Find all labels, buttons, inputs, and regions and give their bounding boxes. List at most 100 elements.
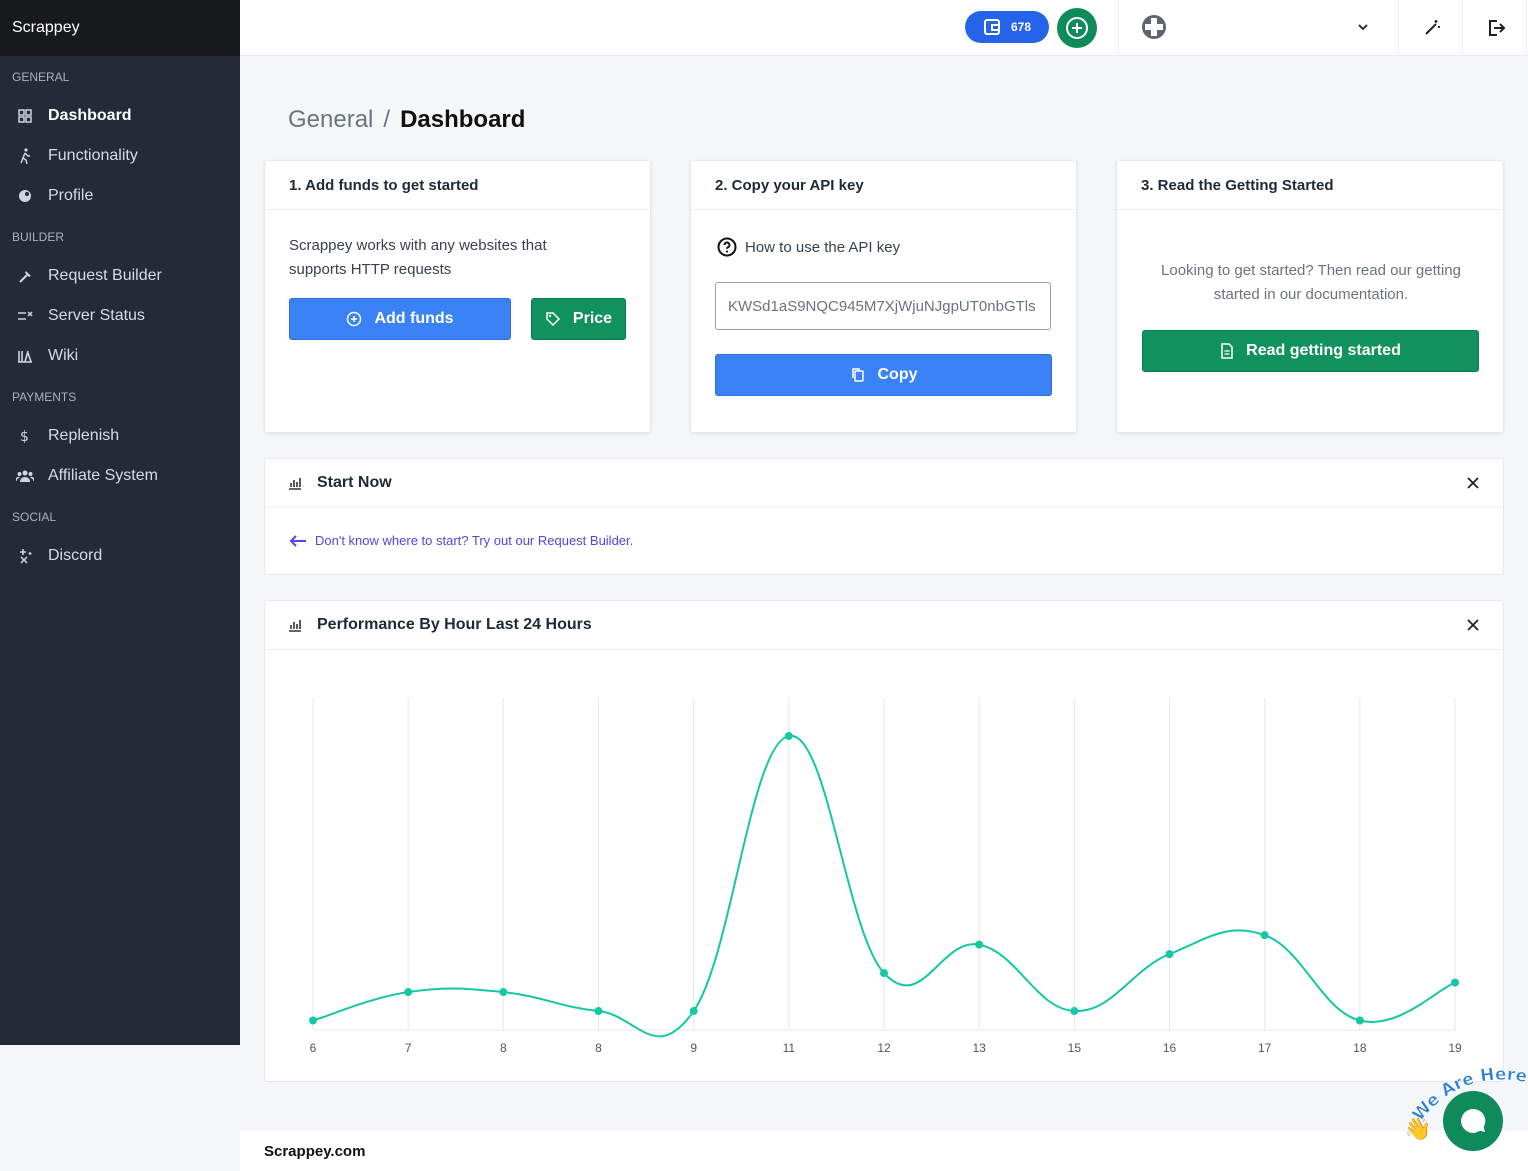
close-icon[interactable] — [1465, 475, 1481, 491]
read-getting-started-button[interactable]: Read getting started — [1142, 330, 1479, 372]
getting-started-card: 3. Read the Getting Started Looking to g… — [1116, 160, 1504, 433]
sidebar-item-request-builder[interactable]: Request Builder — [0, 256, 240, 296]
api-key-field[interactable] — [715, 282, 1051, 330]
card-description: Looking to get started? Then read our ge… — [1161, 262, 1461, 303]
wallet-balance: 678 — [1010, 20, 1032, 34]
sparkles-icon — [16, 547, 34, 565]
chart-point — [499, 988, 508, 997]
panel-header: Start Now — [265, 459, 1503, 508]
sidebar-item-label: Wiki — [48, 347, 79, 364]
card-body: Scrappey works with any websites that su… — [265, 210, 650, 306]
breadcrumb-parent[interactable]: General — [288, 106, 373, 133]
chart-x-tick-label: 7 — [405, 1041, 412, 1055]
chart-point — [404, 988, 413, 997]
chart-x-tick-label: 8 — [595, 1041, 602, 1055]
chart-point — [689, 1007, 698, 1016]
topbar-divider — [1118, 0, 1119, 56]
sidebar-item-label: Affiliate System — [48, 467, 158, 484]
add-funds-circle-button[interactable] — [1057, 8, 1097, 48]
avatar-icon[interactable] — [1142, 15, 1166, 39]
breadcrumb-separator: / — [383, 106, 391, 133]
sidebar-section-heading: SOCIAL — [12, 510, 57, 524]
chart-x-tick-label: 8 — [500, 1041, 507, 1055]
chart-x-tick-label: 15 — [1068, 1041, 1082, 1055]
sidebar-section-heading: PAYMENTS — [12, 390, 77, 404]
api-key-card: 2. Copy your API key How to use the API … — [690, 160, 1077, 433]
books-icon — [16, 347, 34, 365]
dashboard-grid-icon — [16, 107, 34, 125]
chart-x-tick-label: 9 — [690, 1041, 697, 1055]
chat-button[interactable] — [1443, 1091, 1503, 1151]
chart-x-tick-label: 19 — [1448, 1041, 1462, 1055]
close-icon[interactable] — [1465, 617, 1481, 633]
sidebar-item-label: Profile — [48, 187, 94, 204]
logout-icon[interactable] — [1486, 18, 1506, 38]
sidebar-item-label: Functionality — [48, 147, 138, 164]
chart-point — [1070, 1007, 1079, 1016]
sidebar-item-discord[interactable]: Discord — [0, 536, 240, 576]
sidebar-item-replenish[interactable]: $ Replenish — [0, 416, 240, 456]
chart-point — [309, 1016, 317, 1025]
panel-title: Performance By Hour Last 24 Hours — [317, 616, 592, 633]
chart-point — [880, 969, 888, 978]
add-funds-button[interactable]: Add funds — [289, 298, 511, 340]
brand-title[interactable]: Scrappey — [0, 0, 240, 56]
magic-wand-icon[interactable] — [1422, 18, 1442, 38]
panel-title: Start Now — [317, 474, 392, 491]
svg-text:$: $ — [20, 429, 29, 444]
sidebar-section-heading: BUILDER — [12, 230, 65, 244]
price-button[interactable]: Price — [531, 298, 626, 340]
sidebar-item-server-status[interactable]: Server Status — [0, 296, 240, 336]
sidebar-sections: GENERAL Dashboard Functionality Profile BUIL… — [0, 56, 240, 576]
chart-point — [1451, 978, 1459, 987]
page-title: Dashboard — [400, 106, 526, 133]
chart-hand-icon — [289, 620, 301, 632]
chat-bubble-icon — [1461, 1108, 1486, 1133]
walking-person-icon — [16, 147, 34, 165]
sidebar-item-label: Request Builder — [48, 267, 162, 284]
sidebar-section-heading: GENERAL — [12, 70, 70, 84]
plus-circle-icon — [1066, 17, 1088, 39]
chart-point — [594, 1007, 603, 1016]
topbar-divider — [1398, 0, 1399, 56]
chart-x-tick-label: 12 — [877, 1041, 891, 1055]
arrow-left-icon — [289, 534, 306, 547]
hammer-icon — [16, 267, 34, 285]
sidebar-item-wiki[interactable]: Wiki — [0, 336, 240, 376]
wallet-icon — [983, 19, 1000, 35]
sidebar-item-affiliate-system[interactable]: Affiliate System — [0, 456, 240, 496]
chevron-down-icon[interactable] — [1356, 20, 1370, 34]
chart-x-tick-label: 11 — [783, 1041, 796, 1055]
chart-hand-icon — [289, 478, 301, 490]
price-label: Price — [572, 310, 613, 327]
copy-label: Copy — [877, 366, 918, 383]
sidebar-item-label: Server Status — [48, 307, 145, 324]
status-lines-icon — [16, 307, 34, 325]
api-help-link[interactable]: How to use the API key — [717, 237, 900, 257]
topbar-divider — [1526, 0, 1527, 56]
sidebar-item-dashboard[interactable]: Dashboard — [0, 96, 240, 136]
wallet-balance-button[interactable]: 678 — [965, 11, 1049, 43]
card-title: 1. Add funds to get started — [265, 161, 650, 210]
sidebar-item-profile[interactable]: Profile — [0, 176, 240, 216]
start-now-panel: Start Now Don't know where to start? Try… — [264, 458, 1504, 575]
performance-panel: Performance By Hour Last 24 Hours 6 7 8 8 9 1… — [264, 600, 1504, 1082]
plus-circle-icon — [347, 311, 362, 327]
api-help-text: How to use the API key — [745, 238, 901, 256]
chart-x-tick-label: 18 — [1353, 1041, 1367, 1055]
sidebar-item-functionality[interactable]: Functionality — [0, 136, 240, 176]
chart-x-tick-label: 16 — [1163, 1041, 1177, 1055]
chart-x-tick-label: 13 — [972, 1041, 986, 1055]
breadcrumb: General / Dashboard — [288, 106, 525, 134]
footer-text[interactable]: Scrappey.com — [264, 1143, 365, 1160]
card-description: Scrappey works with any websites that su… — [289, 237, 547, 278]
copy-api-key-button[interactable]: Copy — [715, 354, 1052, 396]
request-builder-link[interactable]: Don't know where to start? Try out our R… — [289, 533, 633, 548]
chart-point — [975, 940, 984, 949]
profile-circle-icon — [16, 187, 34, 205]
dollar-icon: $ — [16, 427, 34, 445]
chart-x-tick-label: 17 — [1258, 1041, 1272, 1055]
chart-point — [1165, 950, 1174, 959]
users-icon — [16, 467, 34, 485]
tag-icon — [546, 312, 560, 327]
